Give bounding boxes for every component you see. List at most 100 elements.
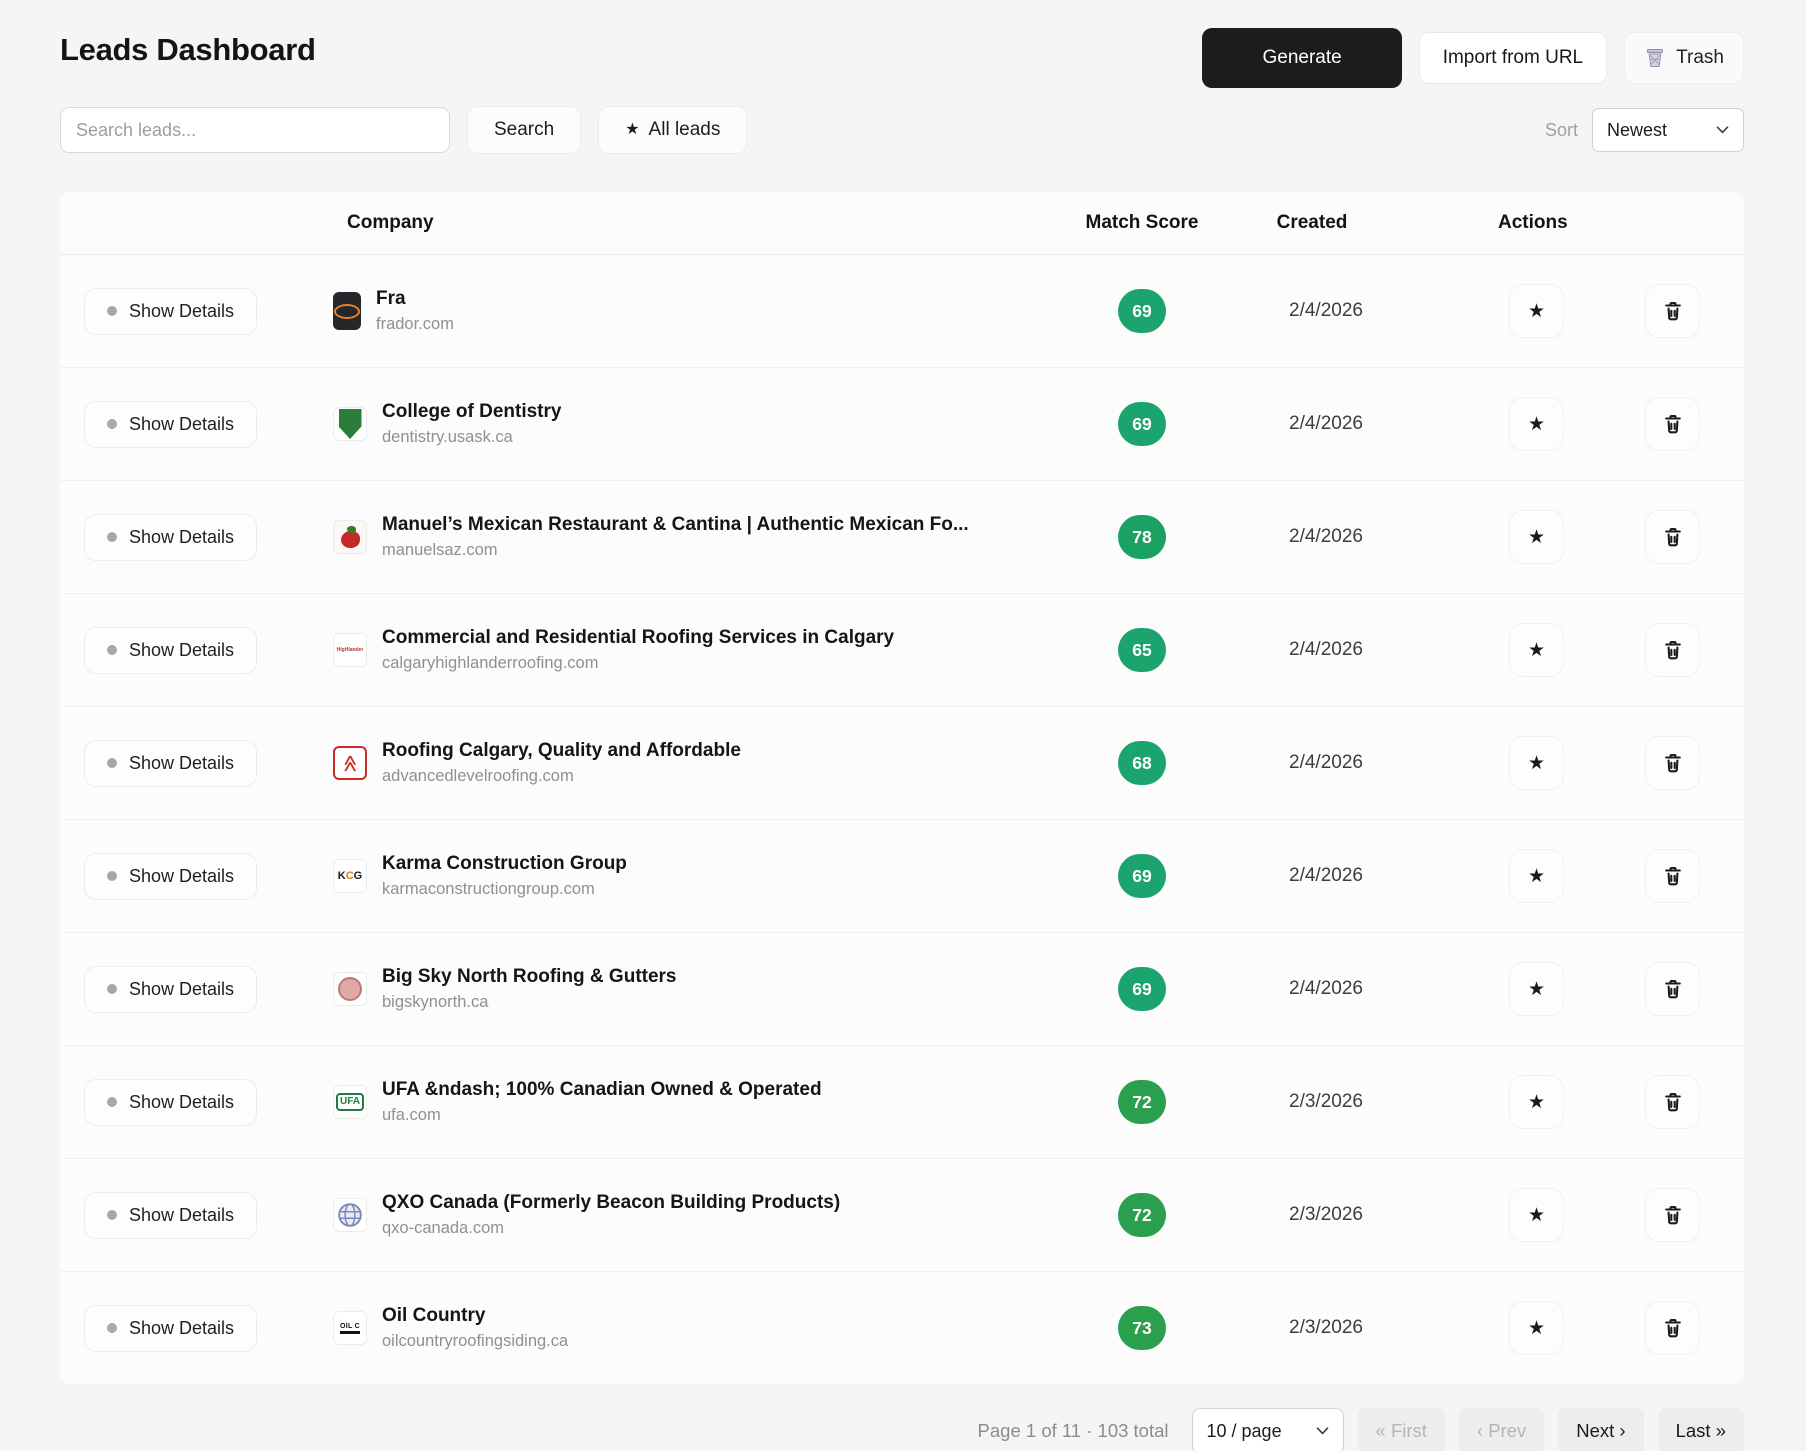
show-details-button[interactable]: Show Details xyxy=(84,514,257,561)
company-text: Big Sky North Roofing & Guttersbigskynor… xyxy=(382,966,677,1012)
company-name: UFA &ndash; 100% Canadian Owned & Operat… xyxy=(382,1079,822,1101)
company-text: QXO Canada (Formerly Beacon Building Pro… xyxy=(382,1192,840,1238)
cell-company: Big Sky North Roofing & Guttersbigskynor… xyxy=(333,966,1062,1012)
company-favicon: OIL C xyxy=(333,1311,367,1345)
star-icon: ★ xyxy=(1528,526,1545,549)
first-page-button[interactable]: « First xyxy=(1358,1408,1445,1451)
company-name: Roofing Calgary, Quality and Affordable xyxy=(382,740,741,762)
favorite-star-button[interactable]: ★ xyxy=(1509,1188,1564,1242)
show-details-button[interactable]: Show Details xyxy=(84,1192,257,1239)
company-name: Karma Construction Group xyxy=(382,853,627,875)
show-details-label: Show Details xyxy=(129,866,234,887)
favorite-star-button[interactable]: ★ xyxy=(1509,849,1564,903)
company-domain: karmaconstructiongroup.com xyxy=(382,880,627,899)
sort-label: Sort xyxy=(1545,120,1578,141)
cell-match-score: 65 xyxy=(1062,628,1222,672)
show-details-button[interactable]: Show Details xyxy=(84,627,257,674)
favorite-star-button[interactable]: ★ xyxy=(1509,1301,1564,1355)
favorite-star-button[interactable]: ★ xyxy=(1509,284,1564,338)
cell-created-date: 2/4/2026 xyxy=(1222,978,1430,1000)
table-header: Company Match Score Created Actions xyxy=(60,192,1744,255)
status-dot-icon xyxy=(107,306,117,316)
company-text: Manuel’s Mexican Restaurant & Cantina | … xyxy=(382,514,969,560)
favorite-star-button[interactable]: ★ xyxy=(1509,510,1564,564)
company-domain: dentistry.usask.ca xyxy=(382,428,561,447)
page-size-select[interactable]: 10 / page xyxy=(1192,1408,1344,1451)
favorite-star-button[interactable]: ★ xyxy=(1509,397,1564,451)
sort-selected-value: Newest xyxy=(1607,120,1667,141)
trash-icon xyxy=(1664,753,1682,773)
match-score-badge: 72 xyxy=(1118,1193,1166,1237)
prev-page-button[interactable]: ‹ Prev xyxy=(1459,1408,1544,1451)
trash-button[interactable]: Trash xyxy=(1624,32,1744,84)
cell-show-details: Show Details xyxy=(60,966,333,1013)
page-summary: Page 1 of 11 · 103 total xyxy=(978,1420,1169,1442)
company-favicon: ≫ xyxy=(333,746,367,780)
show-details-label: Show Details xyxy=(129,640,234,661)
cell-match-score: 72 xyxy=(1062,1193,1222,1237)
show-details-button[interactable]: Show Details xyxy=(84,740,257,787)
generate-button[interactable]: Generate xyxy=(1202,28,1401,88)
show-details-button[interactable]: Show Details xyxy=(84,853,257,900)
column-header-actions: Actions xyxy=(1430,212,1744,234)
show-details-button[interactable]: Show Details xyxy=(84,1079,257,1126)
favorite-star-button[interactable]: ★ xyxy=(1509,962,1564,1016)
trash-icon xyxy=(1664,301,1682,321)
favorite-star-button[interactable]: ★ xyxy=(1509,736,1564,790)
cell-company: Manuel’s Mexican Restaurant & Cantina | … xyxy=(333,514,1062,560)
globe-icon xyxy=(337,1202,363,1228)
delete-row-button[interactable] xyxy=(1645,962,1700,1016)
favorite-star-button[interactable]: ★ xyxy=(1509,1075,1564,1129)
shield-crest-icon xyxy=(339,409,362,439)
sort-select[interactable]: Newest xyxy=(1592,108,1744,152)
search-button[interactable]: Search xyxy=(467,106,581,154)
company-domain: manuelsaz.com xyxy=(382,541,969,560)
delete-row-button[interactable] xyxy=(1645,623,1700,677)
match-score-badge: 69 xyxy=(1118,854,1166,898)
delete-row-button[interactable] xyxy=(1645,284,1700,338)
next-page-button[interactable]: Next › xyxy=(1558,1408,1643,1451)
chili-leaf-icon xyxy=(347,526,356,533)
all-leads-filter-button[interactable]: ★ All leads xyxy=(598,106,747,154)
logo-letters: KCG xyxy=(338,871,362,882)
show-details-button[interactable]: Show Details xyxy=(84,401,257,448)
cell-actions: ★ xyxy=(1430,1075,1744,1129)
page-title: Leads Dashboard xyxy=(60,32,316,68)
cell-show-details: Show Details xyxy=(60,514,333,561)
delete-row-button[interactable] xyxy=(1645,1188,1700,1242)
cell-show-details: Show Details xyxy=(60,1305,333,1352)
match-score-badge: 69 xyxy=(1118,289,1166,333)
cell-match-score: 68 xyxy=(1062,741,1222,785)
show-details-button[interactable]: Show Details xyxy=(84,966,257,1013)
delete-row-button[interactable] xyxy=(1645,1075,1700,1129)
table-body: Show DetailsFrafrador.com692/4/2026★Show… xyxy=(60,255,1744,1384)
cell-match-score: 72 xyxy=(1062,1080,1222,1124)
show-details-label: Show Details xyxy=(129,1205,234,1226)
company-text: UFA &ndash; 100% Canadian Owned & Operat… xyxy=(382,1079,822,1125)
table-row: Show Details ≫ Roofing Calgary, Quality an… xyxy=(60,707,1744,820)
last-page-button[interactable]: Last » xyxy=(1658,1408,1744,1451)
search-input[interactable] xyxy=(60,107,450,153)
cell-show-details: Show Details xyxy=(60,1192,333,1239)
delete-row-button[interactable] xyxy=(1645,1301,1700,1355)
delete-row-button[interactable] xyxy=(1645,736,1700,790)
delete-row-button[interactable] xyxy=(1645,510,1700,564)
show-details-label: Show Details xyxy=(129,979,234,1000)
chevron-down-icon xyxy=(1316,1427,1329,1435)
company-domain: bigskynorth.ca xyxy=(382,993,677,1012)
pagination-bar: Page 1 of 11 · 103 total 10 / page « Fir… xyxy=(0,1408,1744,1451)
delete-row-button[interactable] xyxy=(1645,397,1700,451)
show-details-button[interactable]: Show Details xyxy=(84,288,257,335)
cell-actions: ★ xyxy=(1430,1301,1744,1355)
show-details-label: Show Details xyxy=(129,414,234,435)
show-details-button[interactable]: Show Details xyxy=(84,1305,257,1352)
company-favicon: HigHlander xyxy=(333,633,367,667)
status-dot-icon xyxy=(107,871,117,881)
import-from-url-button[interactable]: Import from URL xyxy=(1419,32,1607,84)
cell-created-date: 2/4/2026 xyxy=(1222,300,1430,322)
cell-match-score: 78 xyxy=(1062,515,1222,559)
logo-text: OIL C xyxy=(340,1323,360,1334)
favorite-star-button[interactable]: ★ xyxy=(1509,623,1564,677)
delete-row-button[interactable] xyxy=(1645,849,1700,903)
cell-actions: ★ xyxy=(1430,623,1744,677)
